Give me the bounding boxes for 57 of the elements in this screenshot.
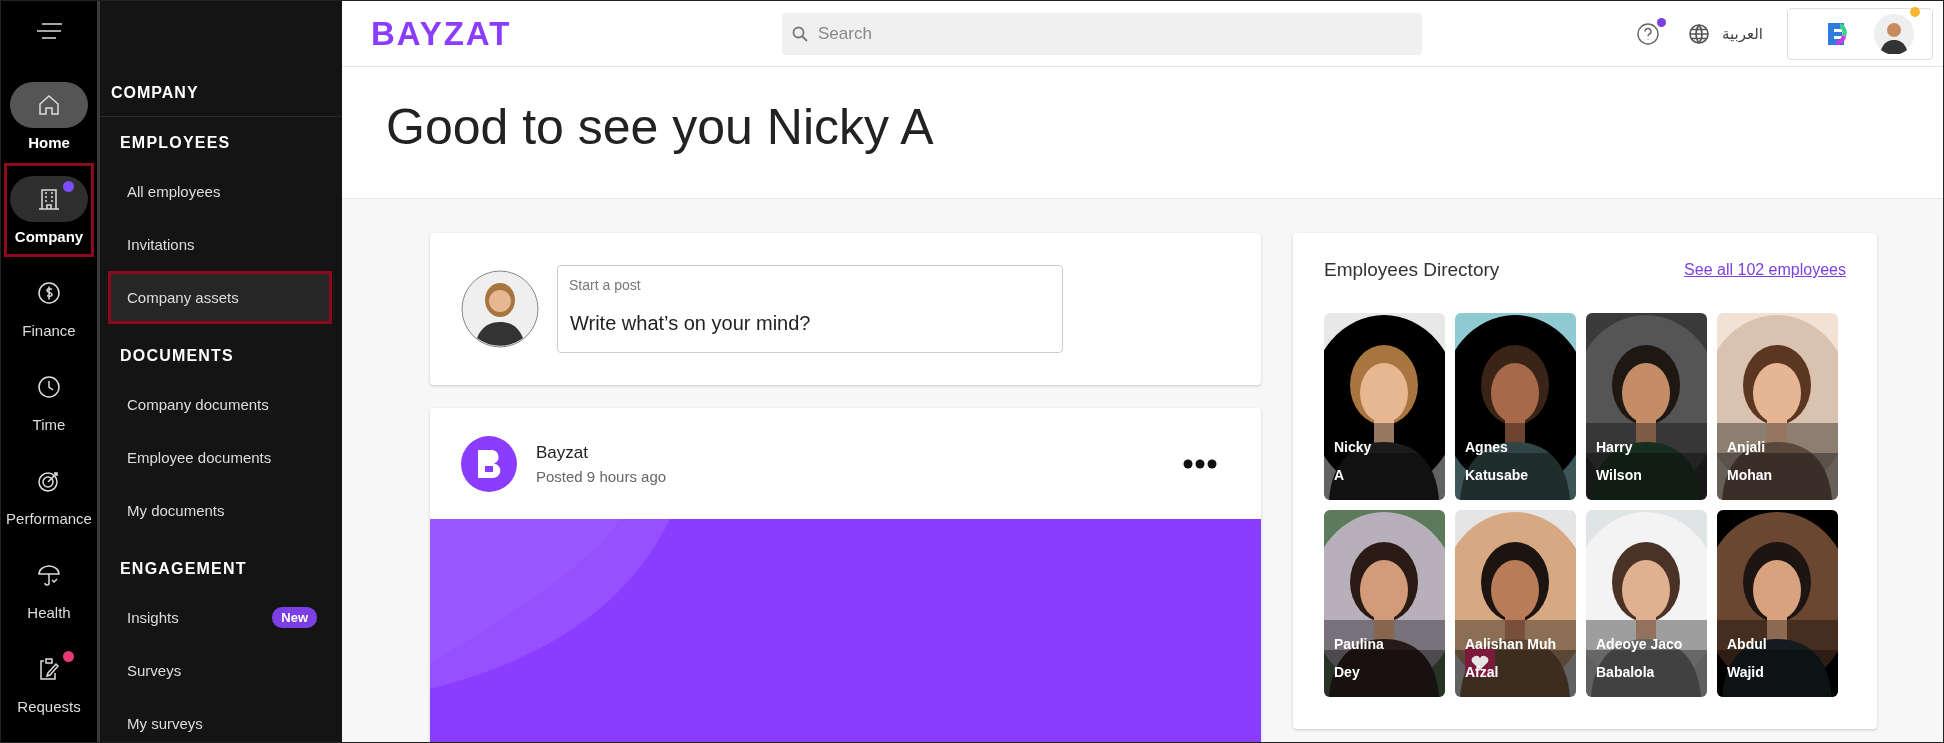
search-icon	[792, 25, 808, 42]
nav-item[interactable]: Health	[4, 539, 94, 633]
employee-first-name[interactable]: Abdul	[1727, 636, 1767, 652]
nav-item[interactable]: Company	[4, 163, 94, 257]
logo[interactable]: BAYZAT	[371, 14, 512, 52]
section-heading: ENGAGEMENT	[119, 559, 248, 579]
bayzat-logo-icon	[461, 435, 517, 492]
nav-item[interactable]: Performance	[4, 445, 94, 539]
menu-item[interactable]: Employee documents	[108, 431, 332, 484]
employee-last-name[interactable]: A	[1334, 467, 1345, 483]
employee-first-name[interactable]: Paulina	[1334, 636, 1384, 652]
nav-item[interactable]: Requests	[4, 633, 94, 727]
language-button[interactable]: العربية	[1688, 22, 1763, 45]
employee-first-name[interactable]: Agnes	[1465, 439, 1508, 455]
more-icon[interactable]	[1183, 458, 1217, 469]
menu-item[interactable]: My surveys	[108, 697, 332, 742]
field-label: Start a post	[569, 277, 641, 293]
clock-icon	[36, 373, 62, 400]
nav-item[interactable]: Finance	[4, 257, 94, 351]
menu-item[interactable]: All employees	[108, 165, 332, 218]
menu-item[interactable]: Company documents	[108, 378, 332, 431]
avatar-icon	[461, 270, 539, 348]
employee-first-name[interactable]: Anjali	[1727, 439, 1766, 455]
new-badge: New	[272, 607, 317, 628]
directory-title: Employees Directory	[1324, 259, 1500, 281]
section-heading: EMPLOYEES	[119, 133, 232, 153]
nav-item[interactable]: Time	[4, 351, 94, 445]
see-all-link[interactable]: See all 102 employees	[1684, 261, 1846, 279]
employee-first-name[interactable]: Aalishan Muh	[1465, 636, 1556, 652]
employee-last-name[interactable]: Dey	[1334, 664, 1360, 680]
profile-button[interactable]	[1787, 7, 1933, 60]
employee-first-name[interactable]: Harry	[1596, 439, 1633, 455]
menu-item[interactable]: Invitations	[108, 218, 332, 271]
menu-item[interactable]: My documents	[108, 484, 332, 537]
greeting-heading: Good to see you Nicky A	[386, 97, 934, 156]
menu-title: COMPANY	[111, 84, 199, 102]
menu-item[interactable]: Insights New	[108, 591, 332, 644]
post-author[interactable]: Bayzat	[536, 442, 1164, 463]
globe-icon	[1688, 22, 1710, 45]
employee-last-name[interactable]: Wilson	[1596, 467, 1642, 483]
nav-item[interactable]: Home	[4, 69, 94, 163]
dollar-icon	[36, 279, 62, 306]
section-heading: DOCUMENTS	[119, 346, 235, 366]
menu-item[interactable]: Company assets	[108, 271, 332, 324]
employee-first-name[interactable]: Nicky	[1334, 439, 1372, 455]
avatar-icon	[1874, 13, 1914, 54]
employee-last-name[interactable]: Afzal	[1465, 664, 1499, 680]
help-icon[interactable]	[1636, 21, 1660, 46]
menu-icon[interactable]	[36, 23, 62, 39]
employee-first-name[interactable]: Adeoye Jaco	[1596, 636, 1683, 652]
employee-last-name[interactable]: Mohan	[1727, 467, 1773, 483]
post-time: Posted 9 hours ago	[536, 467, 668, 485]
employee-last-name[interactable]: Babalola	[1596, 664, 1655, 680]
employee-last-name[interactable]: Wajid	[1727, 664, 1764, 680]
menu-item[interactable]: Surveys	[108, 644, 332, 697]
search-field[interactable]: Search	[782, 12, 1422, 55]
employee-last-name[interactable]: Katusabe	[1465, 467, 1529, 483]
